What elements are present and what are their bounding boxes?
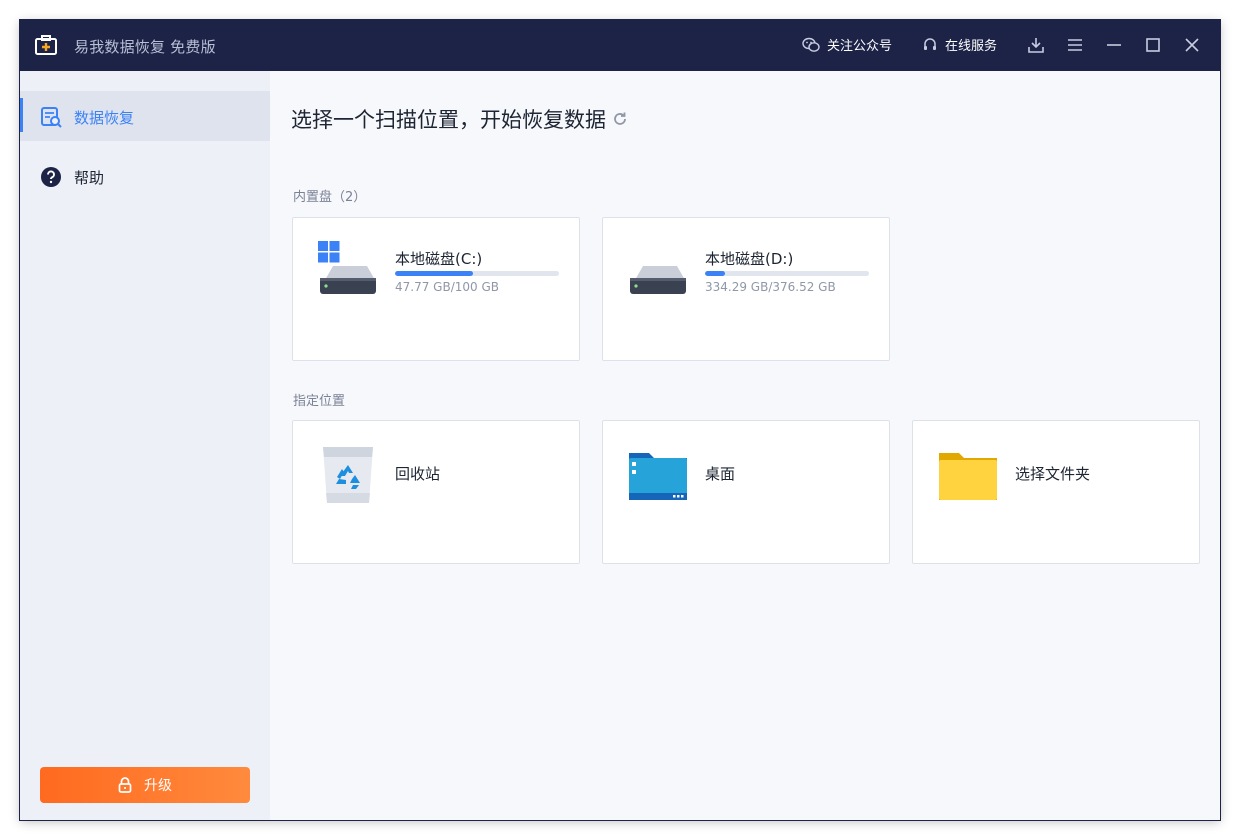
data-recovery-icon — [41, 107, 62, 128]
minimize-button[interactable] — [1102, 33, 1126, 57]
desktop-folder-icon — [629, 453, 687, 500]
refresh-icon[interactable] — [612, 111, 628, 127]
upgrade-label: 升级 — [144, 778, 172, 794]
disks-section-label: 内置盘（2） — [293, 190, 367, 205]
follow-wechat-label: 关注公众号 — [827, 39, 893, 54]
wechat-icon — [802, 37, 820, 52]
online-service-button[interactable]: 在线服务 — [922, 35, 997, 54]
upgrade-button[interactable]: 升级 — [40, 767, 250, 803]
follow-wechat-button[interactable]: 关注公众号 — [802, 35, 892, 54]
app-logo-icon — [35, 35, 57, 55]
sidebar-item-data-recovery[interactable]: 数据恢复 — [20, 91, 270, 141]
disk-usage-text: 47.77 GB/100 GB — [395, 280, 499, 294]
minimize-icon — [1107, 44, 1121, 46]
lock-icon — [118, 777, 132, 793]
disk-name: 本地磁盘(D:) — [705, 250, 794, 268]
maximize-button[interactable] — [1141, 33, 1165, 57]
app-title: 易我数据恢复 免费版 — [74, 38, 216, 56]
online-service-label: 在线服务 — [945, 39, 998, 54]
sidebar-item-help[interactable]: 帮助 — [20, 151, 270, 201]
disk-card-c[interactable]: 本地磁盘(C:) 47.77 GB/100 GB — [292, 217, 580, 361]
disk-usage-bar — [395, 271, 559, 276]
menu-button[interactable] — [1063, 33, 1087, 57]
page-title-text: 选择一个扫描位置，开始恢复数据 — [291, 108, 606, 132]
sidebar-item-label: 帮助 — [74, 169, 105, 187]
app-window: 易我数据恢复 免费版 关注公众号 在线服务 数据恢复 帮助 升级 选择一个扫描位… — [20, 20, 1220, 820]
recycle-bin-icon — [323, 447, 373, 503]
drive-icon — [630, 266, 686, 294]
title-bar: 易我数据恢复 免费版 关注公众号 在线服务 — [20, 20, 1220, 71]
windows-drive-icon — [318, 241, 376, 294]
location-card-recycle-bin[interactable]: 回收站 — [292, 420, 580, 564]
close-icon — [1185, 38, 1199, 52]
maximize-icon — [1146, 38, 1160, 52]
headset-icon — [924, 37, 936, 50]
disk-usage-bar — [705, 271, 869, 276]
location-card-desktop[interactable]: 桌面 — [602, 420, 890, 564]
location-name: 选择文件夹 — [1015, 465, 1091, 483]
sidebar: 数据恢复 帮助 升级 — [20, 71, 270, 820]
locations-section-label: 指定位置 — [293, 394, 346, 409]
main-panel: 选择一个扫描位置，开始恢复数据 内置盘（2） 本地磁盘(C:) 47.77 GB… — [270, 71, 1220, 820]
disk-usage-fill — [705, 271, 725, 276]
disk-name: 本地磁盘(C:) — [395, 250, 483, 268]
download-icon — [1028, 38, 1044, 53]
location-card-choose-folder[interactable]: 选择文件夹 — [912, 420, 1200, 564]
page-title: 选择一个扫描位置，开始恢复数据 — [291, 104, 628, 134]
location-name: 桌面 — [705, 465, 736, 483]
sidebar-item-label: 数据恢复 — [74, 109, 135, 127]
location-name: 回收站 — [395, 465, 441, 483]
disk-usage-text: 334.29 GB/376.52 GB — [705, 280, 836, 294]
help-icon — [41, 167, 61, 187]
close-button[interactable] — [1180, 33, 1204, 57]
disk-usage-fill — [395, 271, 474, 276]
download-button[interactable] — [1024, 33, 1048, 57]
disk-card-d[interactable]: 本地磁盘(D:) 334.29 GB/376.52 GB — [602, 217, 890, 361]
folder-icon — [939, 453, 997, 500]
menu-icon — [1068, 39, 1082, 51]
